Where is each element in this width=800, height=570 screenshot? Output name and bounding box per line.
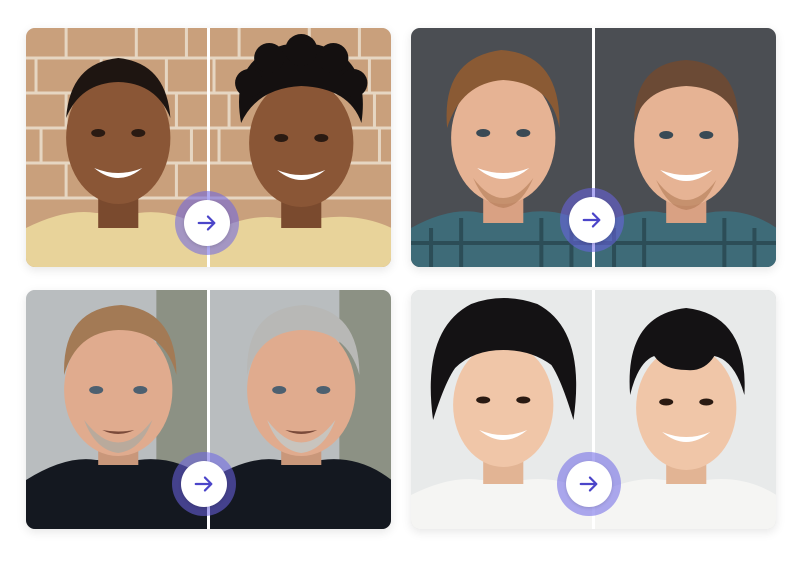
arrow-right-icon xyxy=(578,473,600,495)
next-arrow-button[interactable] xyxy=(557,452,621,516)
transformation-card-buzz-cut[interactable] xyxy=(411,28,776,267)
arrow-right-icon xyxy=(196,212,218,234)
transformation-card-curly-hair[interactable] xyxy=(26,28,391,267)
transformation-card-gray-hair[interactable] xyxy=(26,290,391,529)
arrow-right-icon xyxy=(581,209,603,231)
after-photo xyxy=(208,290,391,529)
transformation-card-short-black-hair[interactable] xyxy=(411,290,776,529)
after-photo xyxy=(593,290,776,529)
next-arrow-button[interactable] xyxy=(560,188,624,252)
next-arrow-button[interactable] xyxy=(175,191,239,255)
arrow-right-icon xyxy=(193,473,215,495)
next-arrow-button[interactable] xyxy=(172,452,236,516)
